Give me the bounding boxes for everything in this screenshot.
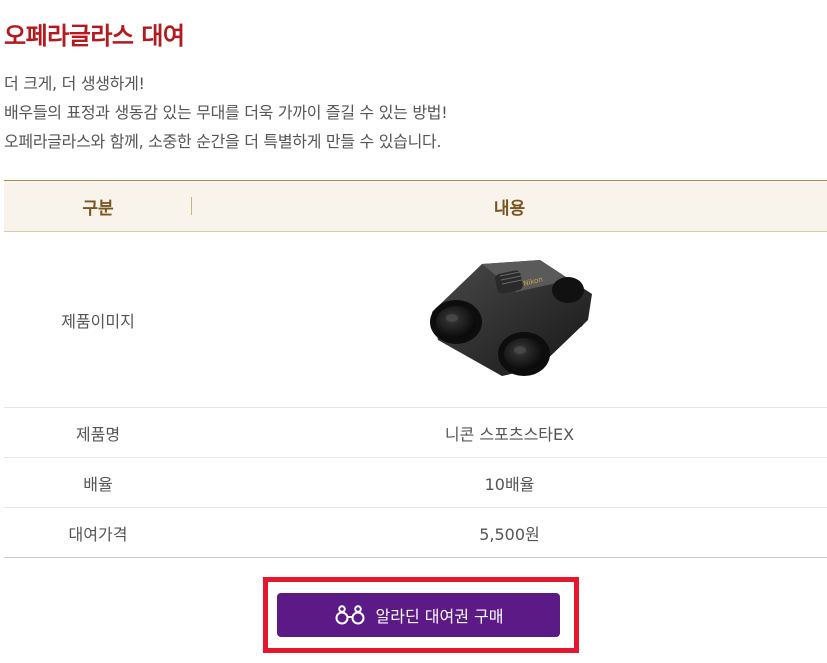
intro-line-3: 오페라글라스와 함께, 소중한 순간을 더 특별하게 만들 수 있습니다. bbox=[4, 132, 442, 151]
table-row-magnification: 배율 10배율 bbox=[4, 458, 827, 508]
intro-line-1: 더 크게, 더 생생하게! bbox=[4, 74, 145, 93]
intro-line-2: 배우들의 표정과 생동감 있는 무대를 더욱 가까이 즐길 수 있는 방법! bbox=[4, 103, 448, 122]
buy-rental-ticket-button[interactable]: 알라딘 대여권 구매 bbox=[277, 593, 560, 637]
table-row-image: 제품이미지 Nikon bbox=[4, 232, 827, 408]
row-label-price: 대여가격 bbox=[68, 524, 128, 544]
table-row-name: 제품명 니콘 스포츠스타EX bbox=[4, 408, 827, 458]
buy-button-label: 알라딘 대여권 구매 bbox=[375, 607, 504, 626]
product-image-cell: Nikon bbox=[192, 250, 827, 389]
spec-table: 구분 내용 제품이미지 Nikon 제품명 니콘 스포츠스타EX 배율 10배율… bbox=[4, 180, 827, 558]
page-title: 오페라글라스 대여 bbox=[4, 22, 185, 50]
row-value-magnification: 10배율 bbox=[484, 474, 535, 494]
row-label-image: 제품이미지 bbox=[61, 311, 135, 331]
header-key: 구분 bbox=[4, 194, 192, 219]
binoculars-icon bbox=[335, 605, 365, 625]
row-label-name: 제품명 bbox=[75, 424, 121, 444]
highlight-frame: 알라딘 대여권 구매 bbox=[263, 577, 579, 653]
row-label-magnification: 배율 bbox=[83, 474, 113, 494]
header-value: 내용 bbox=[493, 198, 526, 219]
intro-text: 더 크게, 더 생생하게! 배우들의 표정과 생동감 있는 무대를 더욱 가까이… bbox=[4, 69, 448, 156]
table-row-price: 대여가격 5,500원 bbox=[4, 508, 827, 557]
row-value-price: 5,500원 bbox=[479, 524, 540, 544]
table-header-row: 구분 내용 bbox=[4, 181, 827, 232]
product-image: Nikon bbox=[429, 260, 592, 376]
row-value-name: 니콘 스포츠스타EX bbox=[444, 424, 575, 444]
